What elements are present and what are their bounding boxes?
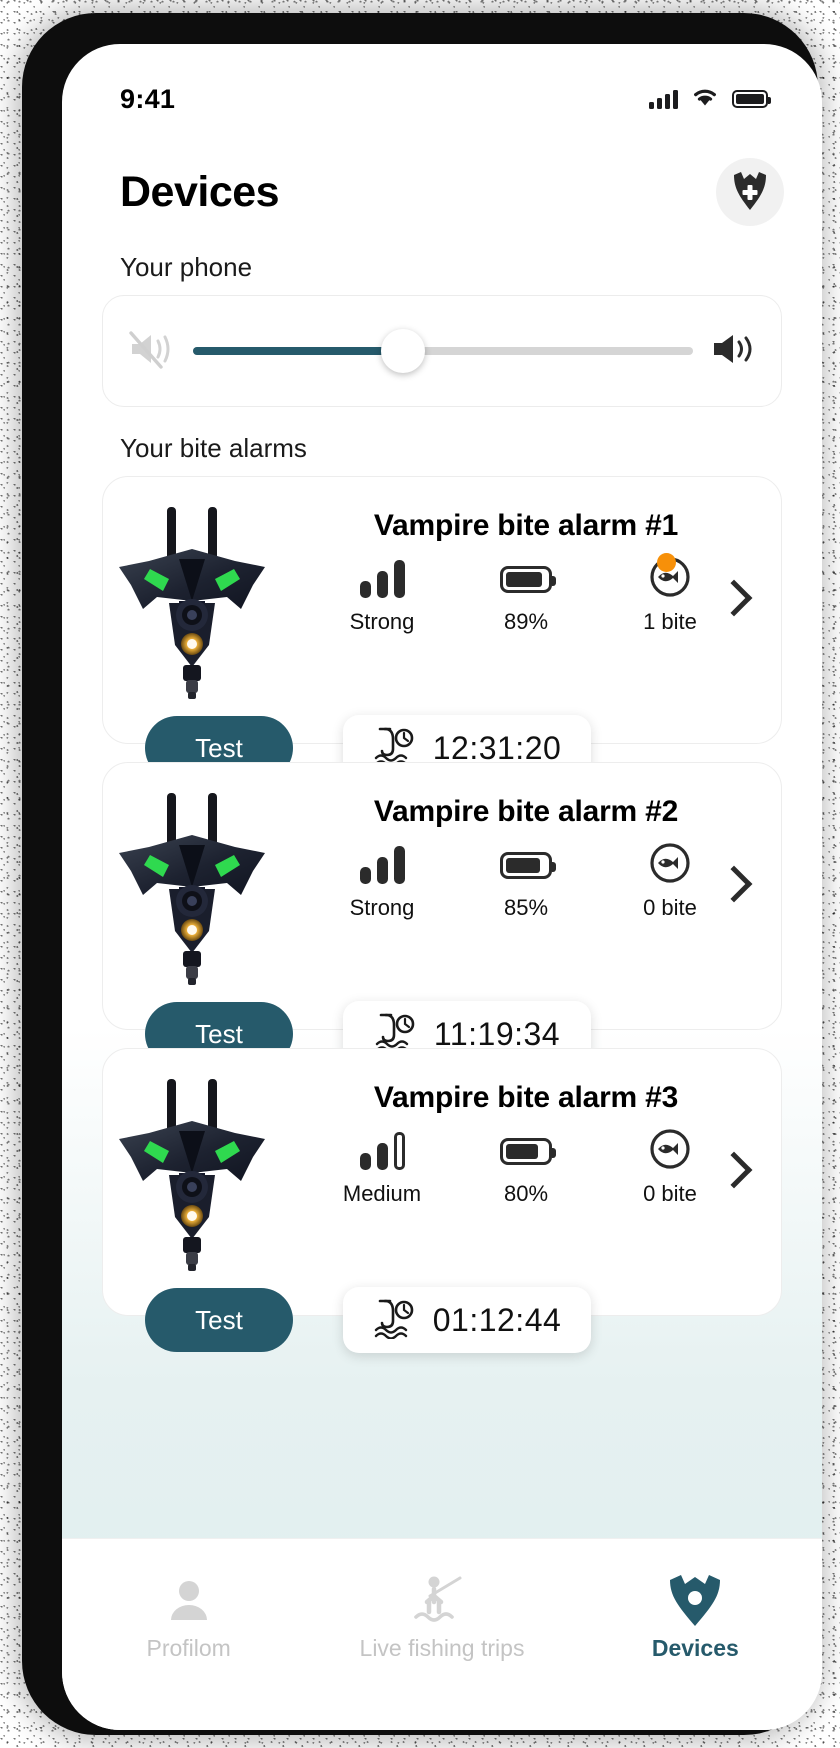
stat-bites: 1 bite [616, 552, 724, 635]
volume-mute-icon[interactable] [127, 327, 175, 376]
device-card[interactable]: Vampire bite alarm #2 Strong 85% 0 bite … [102, 762, 782, 1067]
stat-signal: Medium [328, 1127, 436, 1207]
device-card[interactable]: Vampire bite alarm #3 Medium 80% 0 bite … [102, 1048, 782, 1353]
tab-profile[interactable]: Profilom [62, 1569, 315, 1662]
status-time: 9:41 [120, 83, 176, 114]
slider-fill [193, 347, 403, 355]
device-image [103, 777, 281, 987]
battery-icon [500, 1137, 556, 1165]
battery-icon [732, 90, 771, 108]
device-list: Vampire bite alarm #1 Strong 89% 1 bite … [62, 476, 822, 1353]
stat-battery: 80% [472, 1127, 580, 1207]
tab-live-fishing-trips[interactable]: Live fishing trips [315, 1569, 568, 1662]
signal-bars-icon [359, 560, 405, 598]
status-icons [649, 86, 771, 112]
stat-bites: 0 bite [616, 1127, 724, 1207]
tab-devices[interactable]: Devices [569, 1569, 822, 1662]
fish-circle-icon [648, 1127, 692, 1176]
device-name: Vampire bite alarm #3 [373, 1081, 679, 1114]
device-stats: Strong 89% 1 bite [281, 549, 771, 635]
person-icon [62, 1569, 315, 1631]
fish-circle-icon [648, 552, 692, 604]
phone-frame: 9:41 Devices Your phone Your bite alarms… [22, 13, 822, 1735]
session-timer: 01:12:44 [343, 1287, 591, 1353]
phone-screen: 9:41 Devices Your phone Your bite alarms… [62, 44, 822, 1730]
your-phone-label: Your phone [120, 252, 253, 282]
fishing-rod-clock-icon [373, 1297, 419, 1344]
stat-battery: 85% [472, 841, 580, 921]
stat-battery: 89% [472, 555, 580, 635]
bites-label: 1 bite [643, 609, 697, 634]
battery-icon [500, 565, 556, 593]
volume-card [102, 295, 782, 407]
page-header: Devices [62, 136, 822, 226]
stat-signal: Strong [328, 841, 436, 921]
signal-label: Strong [349, 895, 415, 920]
bottom-tab-bar: Profilom Live fishing trips Devices [62, 1538, 822, 1730]
device-name: Vampire bite alarm #1 [373, 509, 679, 542]
battery-label: 85% [503, 895, 549, 920]
timer-value: 01:12:44 [432, 1301, 562, 1338]
bites-label: 0 bite [643, 1181, 697, 1206]
bat-plus-icon [731, 170, 769, 215]
fisherman-icon [315, 1569, 568, 1631]
cellular-signal-icon [649, 89, 678, 109]
add-device-button[interactable] [716, 158, 784, 226]
stat-signal: Strong [328, 555, 436, 635]
vampire-bite-alarm-image [119, 1079, 265, 1271]
volume-high-icon[interactable] [711, 329, 757, 374]
signal-bars-icon [359, 846, 405, 884]
fish-circle-icon [648, 841, 692, 890]
device-name: Vampire bite alarm #2 [373, 795, 679, 828]
timer-value: 12:31:20 [432, 729, 562, 766]
signal-label: Strong [349, 609, 415, 634]
device-image [103, 491, 281, 701]
test-button[interactable]: Test [145, 1288, 293, 1352]
battery-icon [500, 851, 556, 879]
device-card[interactable]: Vampire bite alarm #1 Strong 89% 1 bite … [102, 476, 782, 781]
page-title: Devices [120, 167, 280, 216]
stat-bites: 0 bite [616, 841, 724, 921]
volume-slider[interactable] [193, 329, 693, 373]
battery-label: 89% [503, 609, 549, 634]
signal-bars-icon [359, 1132, 405, 1170]
device-image [103, 1063, 281, 1273]
slider-thumb[interactable] [381, 329, 425, 373]
wifi-icon [691, 86, 719, 112]
status-bar: 9:41 [62, 44, 822, 136]
tab-profile-label: Profilom [146, 1635, 231, 1661]
content-scroll[interactable]: Your phone Your bite alarms Vampire bite… [62, 226, 822, 1606]
your-bite-alarms-label: Your bite alarms [120, 433, 307, 463]
bat-device-icon [569, 1569, 822, 1631]
bites-label: 0 bite [643, 895, 697, 920]
signal-label: Medium [342, 1181, 422, 1206]
bite-badge-dot [657, 552, 676, 572]
timer-value: 11:19:34 [433, 1015, 561, 1052]
vampire-bite-alarm-image [119, 793, 265, 985]
device-stats: Medium 80% 0 bite [281, 1121, 771, 1207]
battery-label: 80% [503, 1181, 549, 1206]
tab-devices-label: Devices [651, 1635, 739, 1661]
tab-live-fishing-trips-label: Live fishing trips [359, 1635, 525, 1661]
device-stats: Strong 85% 0 bite [281, 835, 771, 921]
vampire-bite-alarm-image [119, 507, 265, 699]
